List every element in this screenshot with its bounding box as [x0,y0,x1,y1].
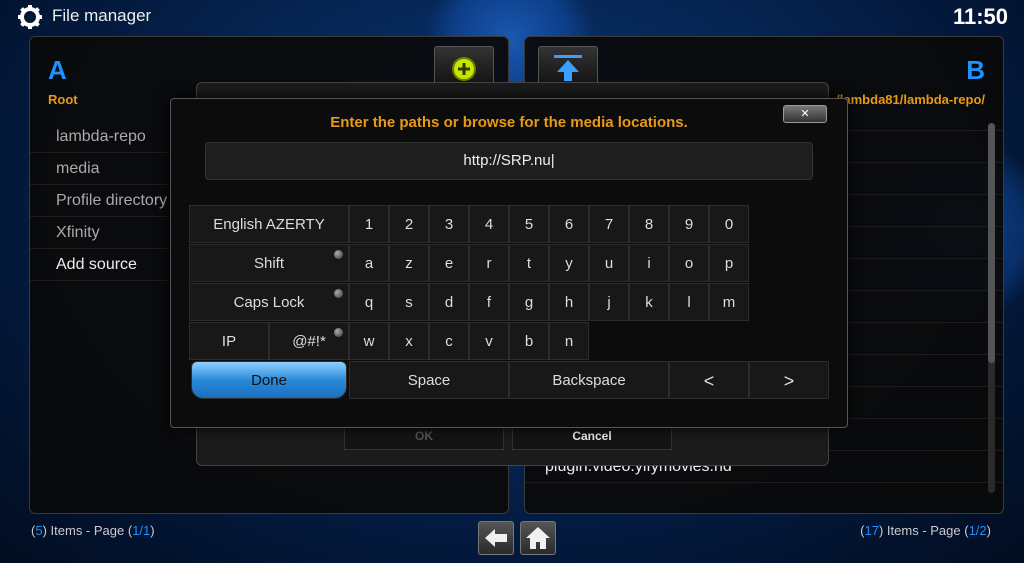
key-6[interactable]: 6 [549,205,589,243]
key-o[interactable]: o [669,244,709,282]
backspace-key[interactable]: Backspace [509,361,669,399]
up-folder-icon [554,55,582,81]
add-source-button[interactable] [434,46,494,87]
caps-lock-key[interactable]: Caps Lock [189,283,349,321]
key-d[interactable]: d [429,283,469,321]
layout-key[interactable]: English AZERTY [189,205,349,243]
path-input[interactable]: http://SRP.nu| [205,142,813,180]
app-title: File manager [52,6,152,25]
left-item-count: 5 [35,523,43,538]
key-s[interactable]: s [389,283,429,321]
key-n[interactable]: n [549,322,589,360]
space-key[interactable]: Space [349,361,509,399]
left-footer-status: (5) Items - Page (1/1) [31,523,155,538]
key-9[interactable]: 9 [669,205,709,243]
key-h[interactable]: h [549,283,589,321]
key-7[interactable]: 7 [589,205,629,243]
right-footer-label: Items - Page [886,523,961,538]
key-5[interactable]: 5 [509,205,549,243]
key-3[interactable]: 3 [429,205,469,243]
up-folder-button[interactable] [538,46,598,87]
key-z[interactable]: z [389,244,429,282]
close-icon: ✕ [800,108,810,120]
key-v[interactable]: v [469,322,509,360]
shift-key-label: Shift [253,255,284,272]
key-4[interactable]: 4 [469,205,509,243]
back-button[interactable] [478,521,514,555]
cursor-left-key[interactable]: < [669,361,749,399]
key-f[interactable]: f [469,283,509,321]
scrollbar-thumb[interactable] [988,123,995,363]
key-2[interactable]: 2 [389,205,429,243]
key-m[interactable]: m [709,283,749,321]
symbols-key[interactable]: @#!* [269,322,349,360]
scrollbar[interactable] [988,123,995,493]
key-w[interactable]: w [349,322,389,360]
toggle-indicator [334,250,343,259]
key-y[interactable]: y [549,244,589,282]
key-k[interactable]: k [629,283,669,321]
caps-lock-key-label: Caps Lock [233,294,305,311]
clock: 11:50 [952,4,1008,29]
left-page: 1/1 [132,523,151,538]
close-button[interactable]: ✕ [783,105,827,123]
path-input-value: http://SRP.nu [463,152,551,169]
key-a[interactable]: a [349,244,389,282]
key-l[interactable]: l [669,283,709,321]
key-i[interactable]: i [629,244,669,282]
ip-key[interactable]: IP [189,322,269,360]
gear-icon [18,5,42,29]
shift-key[interactable]: Shift [189,244,349,282]
key-t[interactable]: t [509,244,549,282]
key-1[interactable]: 1 [349,205,389,243]
symbols-key-label: @#!* [292,333,326,350]
key-p[interactable]: p [709,244,749,282]
home-button[interactable] [520,521,556,555]
panel-letter-b: B [966,55,985,85]
key-c[interactable]: c [429,322,469,360]
text-cursor: | [550,152,555,169]
key-g[interactable]: g [509,283,549,321]
panel-letter-a: A [48,55,67,85]
left-footer-label: Items - Page [50,523,125,538]
left-path: Root [48,92,78,107]
keyboard-title: Enter the paths or browse for the media … [330,114,688,131]
key-j[interactable]: j [589,283,629,321]
key-e[interactable]: e [429,244,469,282]
key-8[interactable]: 8 [629,205,669,243]
key-0[interactable]: 0 [709,205,749,243]
key-x[interactable]: x [389,322,429,360]
key-b[interactable]: b [509,322,549,360]
key-u[interactable]: u [589,244,629,282]
add-source-icon [452,57,476,81]
cursor-right-key[interactable]: > [749,361,829,399]
key-r[interactable]: r [469,244,509,282]
toggle-indicator [334,328,343,337]
toggle-indicator [334,289,343,298]
home-icon [526,527,550,549]
right-page: 1/2 [968,523,987,538]
key-q[interactable]: q [349,283,389,321]
back-arrow-icon [485,529,507,547]
keyboard-dialog: Enter the paths or browse for the media … [170,98,848,428]
right-footer-status: (17) Items - Page (1/2) [860,523,991,538]
right-item-count: 17 [864,523,879,538]
done-button[interactable]: Done [191,361,347,399]
